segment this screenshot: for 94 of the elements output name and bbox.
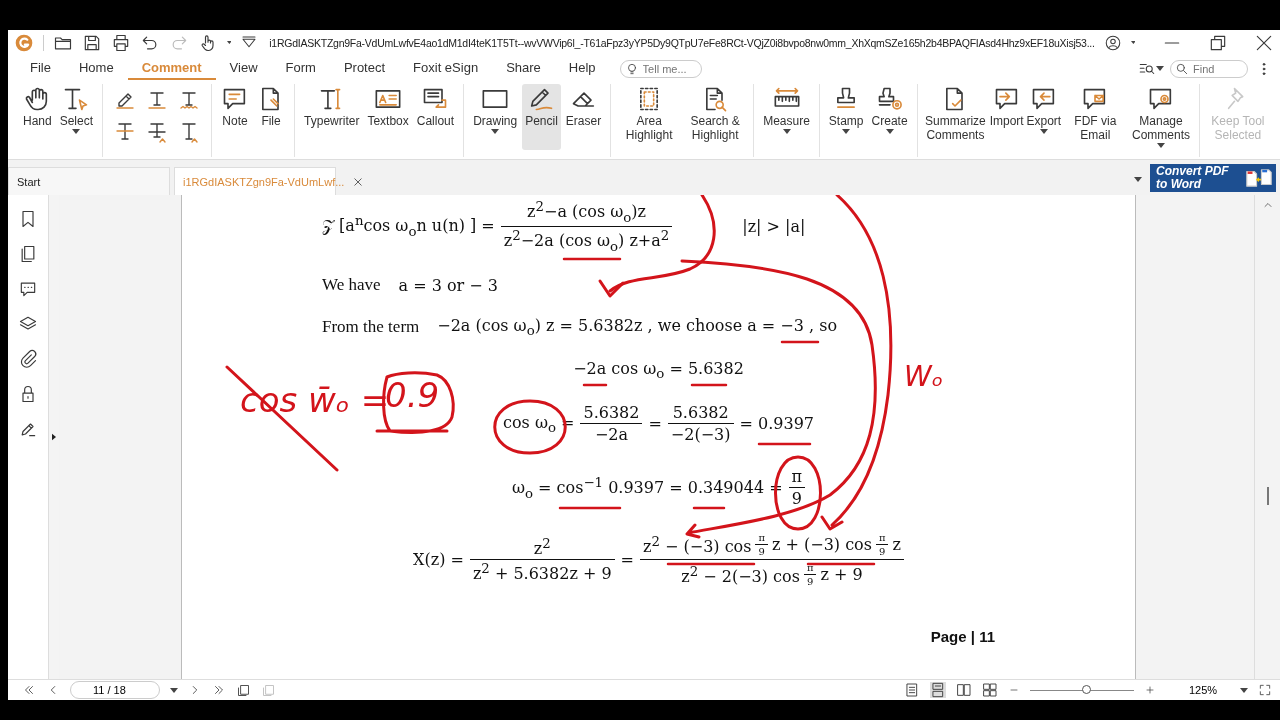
first-page-icon[interactable] — [22, 683, 36, 697]
account-icon[interactable] — [1103, 33, 1122, 52]
body-text: We have — [322, 275, 381, 296]
ribbon-tool-button[interactable]: Search & Highlight — [683, 84, 748, 150]
continuous-page-icon[interactable] — [930, 682, 946, 698]
fraction-numerator: π — [757, 531, 766, 545]
math-expression: −2a (cos ω$_{o}$) z = 5.6382z , we choose a = −3 , so — [437, 316, 838, 339]
ribbon-tool-button[interactable]: Hand — [20, 84, 55, 150]
page-number-field[interactable]: 11 / 18 — [70, 681, 160, 699]
fraction-denominator: 9 — [790, 488, 803, 510]
menu-tab[interactable]: Protect — [329, 57, 400, 80]
ribbon-tool-button[interactable]: Eraser — [562, 84, 605, 150]
ribbon-tool-button[interactable]: Select — [56, 84, 97, 150]
document-tab[interactable]: Start — [8, 167, 170, 195]
page-number: Page | 11 — [930, 628, 995, 645]
fraction-numerator: z$^{2}$−a (cos ω$_{o}$)z — [526, 198, 647, 226]
menu-tab[interactable]: Form — [271, 57, 330, 80]
ribbon-tool-button[interactable]: Measure — [760, 84, 813, 150]
fraction-denominator: z$^{2}$ + 5.6382z + 9 — [471, 560, 613, 585]
tab-label: i1RGdIASKTZgn9Fa-VdUmLwf... — [183, 175, 345, 188]
ribbon-tool-button[interactable]: File — [254, 84, 289, 150]
slider-thumb[interactable] — [1082, 684, 1092, 694]
page-back-icon[interactable] — [236, 682, 251, 698]
math-expression: z + 9 — [820, 565, 863, 585]
fraction-denominator: −2a — [593, 424, 629, 446]
dropdown-caret-icon[interactable] — [226, 40, 232, 45]
menu-tab[interactable]: View — [215, 57, 272, 80]
math-expression: z + (−3) cos — [771, 535, 872, 555]
logo-icon[interactable] — [14, 32, 34, 53]
math-expression: 𝒵 [a$^{n}$cos ω$_{o}$n u(n) ] = — [322, 213, 495, 239]
document-title: i1RGdIASKTZgn9Fa-VdUmLwfvE4ao1dM1dI4teK1T5Tt--wvVWVip6l_-T61aFpz3yYP5Dy9QTpU7eFe8RCt-VQjZ0i8bvpo8nw0mm_XhXqmSZe165h2b4BPAQFIAsd4Hhz9xEF18uXisj53... — [269, 36, 1095, 49]
ribbon-tool-button[interactable]: Export — [1026, 84, 1062, 150]
dropdown-caret-icon[interactable] — [1240, 687, 1248, 693]
handwritten-note: Wₒ — [904, 360, 944, 393]
fullscreen-icon[interactable] — [1258, 683, 1272, 697]
ribbon-tool-button[interactable]: Import — [989, 84, 1025, 150]
single-page-icon[interactable] — [904, 682, 920, 698]
ribbon-tool-button[interactable]: Pencil — [522, 84, 561, 150]
dropdown-caret-icon[interactable] — [170, 687, 178, 693]
close-icon[interactable] — [352, 175, 365, 188]
dropdown-caret-icon[interactable] — [1130, 40, 1136, 45]
math-expression: z$^{2}$ − 2(−3) cos — [681, 563, 800, 587]
math-expression: |z| > |a| — [742, 216, 806, 236]
ribbon-tool-button[interactable]: Area Highlight — [617, 84, 682, 150]
ribbon-tool-button[interactable]: Note — [218, 84, 253, 150]
paperclip-icon[interactable] — [18, 349, 38, 369]
expand-arrow-icon[interactable] — [50, 433, 58, 441]
ribbon-tool-button[interactable]: Drawing — [470, 84, 521, 150]
math-expression: z$^{2}$ − (−3) cos — [643, 533, 752, 557]
tell-me-field[interactable]: Tell me... — [619, 59, 702, 78]
math-expression: z — [892, 535, 901, 555]
ribbon-tool-button[interactable]: Summarize Comments — [923, 84, 988, 150]
ribbon-tool-button[interactable]: Callout — [413, 84, 458, 150]
math-expression: −2a cos ω$_{o}$ = 5.6382 — [573, 359, 744, 382]
continuous-facing-icon[interactable] — [982, 682, 998, 698]
ribbon-tool-button[interactable]: Typewriter — [301, 84, 363, 150]
math-expression: a = 3 or − 3 — [398, 275, 498, 295]
ribbon-tool-button[interactable]: Create — [868, 84, 911, 150]
menu-tab[interactable]: Foxit eSign — [399, 57, 493, 80]
fraction-denominator: 9 — [878, 545, 887, 559]
facing-pages-icon[interactable] — [956, 682, 972, 698]
math-expression: = — [620, 550, 634, 570]
menu-tab[interactable]: Share — [492, 57, 555, 80]
fraction-numerator: 5.6382 — [671, 402, 730, 424]
fraction-denominator: −2(−3) — [669, 424, 732, 446]
math-expression: = 0.9397 — [739, 414, 814, 434]
search-icon — [1175, 61, 1189, 76]
tab-list-caret-icon[interactable] — [1134, 177, 1142, 182]
ribbon-tool-button[interactable]: Textbox — [364, 84, 412, 150]
dropdown-caret-icon[interactable] — [1156, 66, 1164, 71]
find-field[interactable]: Find — [1170, 59, 1248, 78]
banner-text: Convert PDF to Word — [1156, 165, 1230, 191]
zoom-in-icon[interactable] — [1144, 684, 1156, 696]
fraction-denominator: 9 — [806, 575, 815, 589]
ribbon-tool-button[interactable]: Manage Comments — [1129, 84, 1193, 150]
math-expression: = — [648, 414, 662, 434]
convert-banner[interactable]: Convert PDF to Word — [1150, 164, 1276, 192]
ribbon-tool-button[interactable]: Stamp — [825, 84, 867, 150]
fraction-numerator: π — [877, 531, 887, 545]
fraction-numerator: 5.6382 — [582, 402, 641, 424]
fraction-numerator: z$^{2}$ — [532, 535, 552, 560]
fraction-denominator: 9 — [757, 545, 766, 559]
menu-tab[interactable]: Help — [554, 57, 610, 80]
ribbon-tool-button[interactable]: FDF via Email — [1063, 84, 1128, 150]
menu-tab[interactable]: Home — [64, 57, 128, 80]
menu-tab[interactable]: File — [16, 57, 65, 80]
fraction-numerator: π — [805, 561, 815, 575]
scroll-thumb[interactable] — [1266, 487, 1269, 505]
fraction-denominator: z$^{2}$−2a (cos ω$_{o}$) z+a$^{2}$ — [502, 226, 671, 255]
math-expression: X(z) = — [413, 550, 464, 570]
last-page-icon[interactable] — [212, 683, 226, 697]
fraction-numerator: π — [790, 466, 804, 488]
tab-label: Start — [17, 175, 42, 188]
body-text: From the term — [322, 317, 420, 338]
